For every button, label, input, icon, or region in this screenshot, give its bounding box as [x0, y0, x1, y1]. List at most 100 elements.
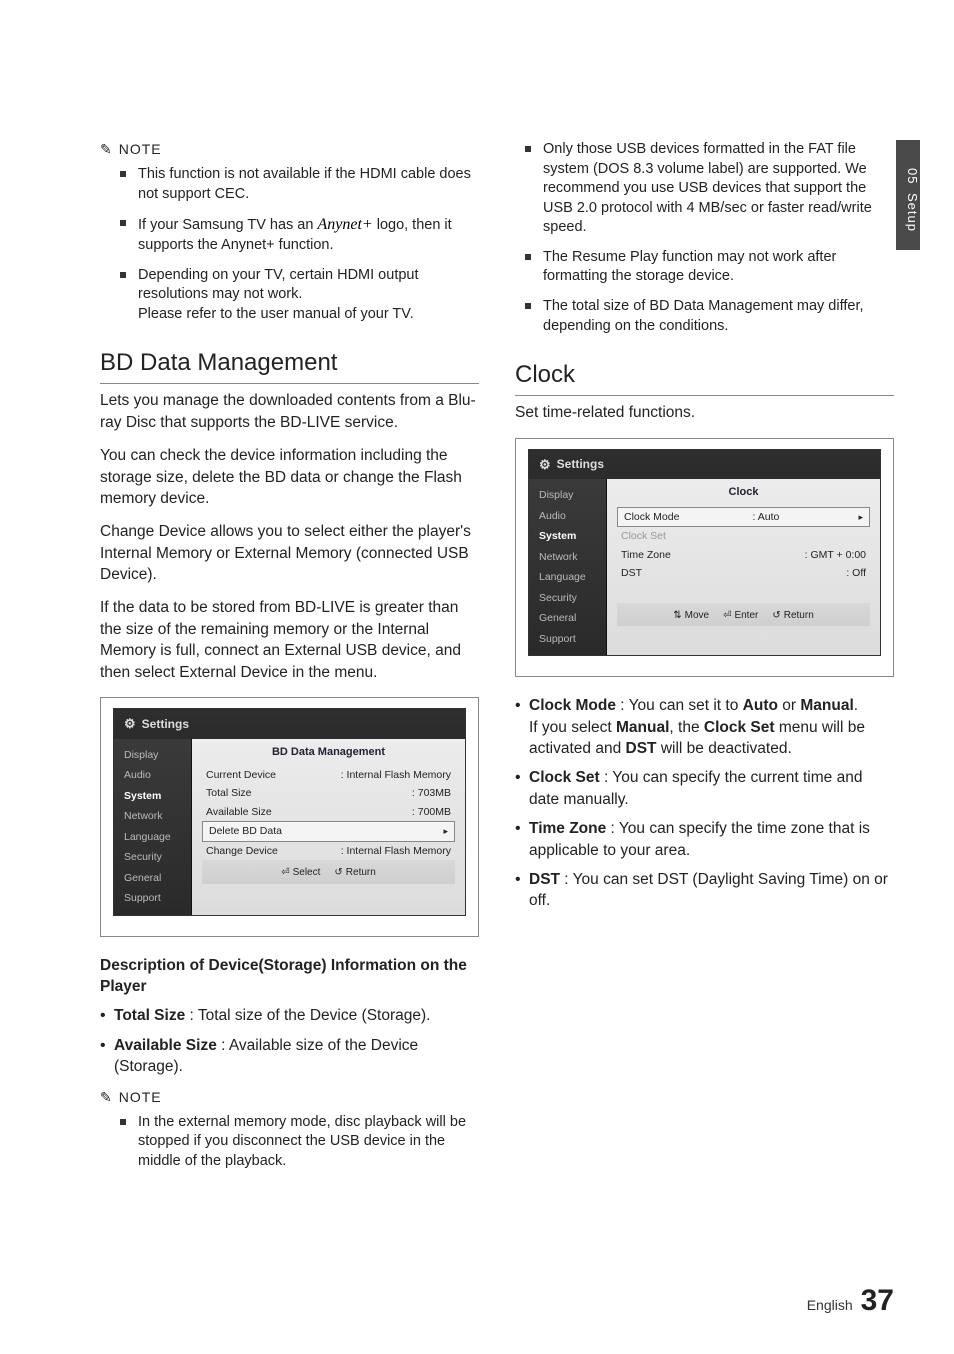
ss-nav-item: System [529, 526, 606, 546]
note-icon: ✎ [100, 1088, 113, 1107]
ss-nav-item: Audio [529, 506, 606, 526]
ss-nav-item: Network [114, 806, 191, 826]
bullet-item: Total Size : Total size of the Device (S… [114, 1005, 479, 1026]
ss-row: Current Device : Internal Flash Memory [202, 766, 455, 784]
bullet-bold: Manual [800, 697, 853, 714]
bullet-item: DST : You can set DST (Daylight Saving T… [529, 869, 894, 912]
ss-nav-item: Security [114, 847, 191, 867]
chevron-right-icon [852, 510, 863, 524]
page-footer: English 37 [807, 1284, 894, 1318]
ss-nav: Display Audio System Network Language Se… [529, 479, 607, 655]
note-icon: ✎ [100, 140, 113, 159]
ss-title-text: Settings [142, 716, 189, 733]
ss-main: Clock Clock Mode: Auto Clock Set Time Zo… [607, 479, 880, 655]
ss-row-key: DST [621, 566, 642, 580]
bullet-list: Total Size : Total size of the Device (S… [100, 1005, 479, 1077]
subheading: Description of Device(Storage) Informati… [100, 955, 479, 998]
ss-row-val: : GMT + 0:00 [805, 548, 866, 562]
ss-row: Available Size : 700MB [202, 803, 455, 821]
ss-nav: Display Audio System Network Language Se… [114, 739, 192, 915]
paragraph: You can check the device information inc… [100, 445, 479, 509]
ss-nav-item: Security [529, 588, 606, 608]
ss-row-key: Current Device [206, 768, 276, 782]
anynet-logo: Anynet+ [317, 216, 372, 233]
note-list-continued: Only those USB devices formatted in the … [515, 140, 894, 336]
ss-row-selected: Clock Mode: Auto [617, 507, 870, 527]
ss-nav-item: Support [529, 629, 606, 649]
page: 05 Setup ✎ NOTE This function is not ava… [0, 0, 954, 1354]
ss-row-key: Clock Set [621, 529, 666, 543]
ss-footer-return: Return [772, 609, 813, 623]
ss-row-selected: Delete BD Data [202, 821, 455, 841]
ss-titlebar: Settings [529, 450, 880, 480]
bullet-bold: Clock Mode [529, 697, 616, 714]
bullet-bold: Total Size [114, 1007, 185, 1024]
ss-footer-select: Select [281, 866, 320, 880]
bullet-text: : You can set it to [616, 697, 743, 714]
ss-footer: Select Return [202, 860, 455, 884]
ss-window: Settings Display Audio System Network La… [113, 708, 466, 916]
ss-row: Time Zone : GMT + 0:00 [617, 546, 870, 564]
side-tab-number: 05 [905, 168, 920, 184]
ss-row-val: : Internal Flash Memory [341, 844, 451, 858]
note-item: This function is not available if the HD… [138, 165, 479, 204]
ss-row-key: Available Size [206, 805, 272, 819]
ss-nav-item: Network [529, 547, 606, 567]
footer-page-number: 37 [861, 1284, 894, 1318]
bullet-list-clock: Clock Mode : You can set it to Auto or M… [515, 695, 894, 911]
bullet-text: : Total size of the Device (Storage). [185, 1007, 430, 1024]
bullet-extra: If you select Manual, the Clock Set menu… [529, 719, 865, 757]
paragraph: Set time-related functions. [515, 402, 894, 423]
ss-body: Display Audio System Network Language Se… [529, 479, 880, 655]
ss-footer: Move Enter Return [617, 603, 870, 627]
ss-row-key: Clock Mode [624, 510, 679, 524]
ss-footer-return: Return [334, 866, 375, 880]
ss-nav-item: Support [114, 888, 191, 908]
left-column: ✎ NOTE This function is not available if… [100, 140, 479, 1186]
ss-nav-item: Audio [114, 765, 191, 785]
bullet-bold: Time Zone [529, 820, 606, 837]
ss-body: Display Audio System Network Language Se… [114, 739, 465, 915]
bullet-text: or [778, 697, 800, 714]
ss-row-val: : Off [846, 566, 866, 580]
ss-main: BD Data Management Current Device : Inter… [192, 739, 465, 915]
note-list-2: In the external memory mode, disc playba… [100, 1113, 479, 1172]
ss-row-val: : 700MB [412, 805, 451, 819]
ss-footer-move: Move [673, 609, 709, 623]
settings-screenshot-clock: Settings Display Audio System Network La… [515, 438, 894, 678]
columns: ✎ NOTE This function is not available if… [100, 140, 894, 1186]
ss-row-val: : Internal Flash Memory [341, 768, 451, 782]
bullet-item: Time Zone : You can specify the time zon… [529, 818, 894, 861]
bullet-item: Clock Mode : You can set it to Auto or M… [529, 695, 894, 759]
ss-title-text: Settings [557, 456, 604, 473]
bullet-text: . [854, 697, 858, 714]
ss-nav-item: Language [529, 567, 606, 587]
ss-titlebar: Settings [114, 709, 465, 739]
ss-main-title: BD Data Management [202, 745, 455, 760]
note-list-1: This function is not available if the HD… [100, 165, 479, 324]
gear-icon [539, 456, 551, 474]
ss-row: Total Size: 703MB [202, 784, 455, 802]
ss-nav-item: System [114, 786, 191, 806]
note-item: Only those USB devices formatted in the … [543, 140, 894, 238]
bullet-item: Available Size : Available size of the D… [114, 1035, 479, 1078]
ss-row-key: Delete BD Data [209, 824, 282, 838]
ss-row-key: Total Size [206, 786, 252, 800]
ss-window: Settings Display Audio System Network La… [528, 449, 881, 657]
ss-nav-item: General [529, 608, 606, 628]
gear-icon [124, 715, 136, 733]
ss-row-disabled: Clock Set [617, 527, 870, 545]
bullet-item: Clock Set : You can specify the current … [529, 767, 894, 810]
bullet-bold: DST [529, 871, 560, 888]
note-item: In the external memory mode, disc playba… [138, 1113, 479, 1172]
paragraph: Lets you manage the downloaded contents … [100, 390, 479, 433]
ss-nav-item: Display [114, 745, 191, 765]
bullet-bold: Auto [743, 697, 778, 714]
ss-row-key: Time Zone [621, 548, 671, 562]
paragraph: Change Device allows you to select eithe… [100, 521, 479, 585]
settings-screenshot-bd: Settings Display Audio System Network La… [100, 697, 479, 937]
right-column: Only those USB devices formatted in the … [515, 140, 894, 1186]
bullet-text: : You can set DST (Daylight Saving Time)… [529, 871, 888, 909]
ss-row-key: Change Device [206, 844, 278, 858]
note-item: The Resume Play function may not work af… [543, 248, 894, 287]
